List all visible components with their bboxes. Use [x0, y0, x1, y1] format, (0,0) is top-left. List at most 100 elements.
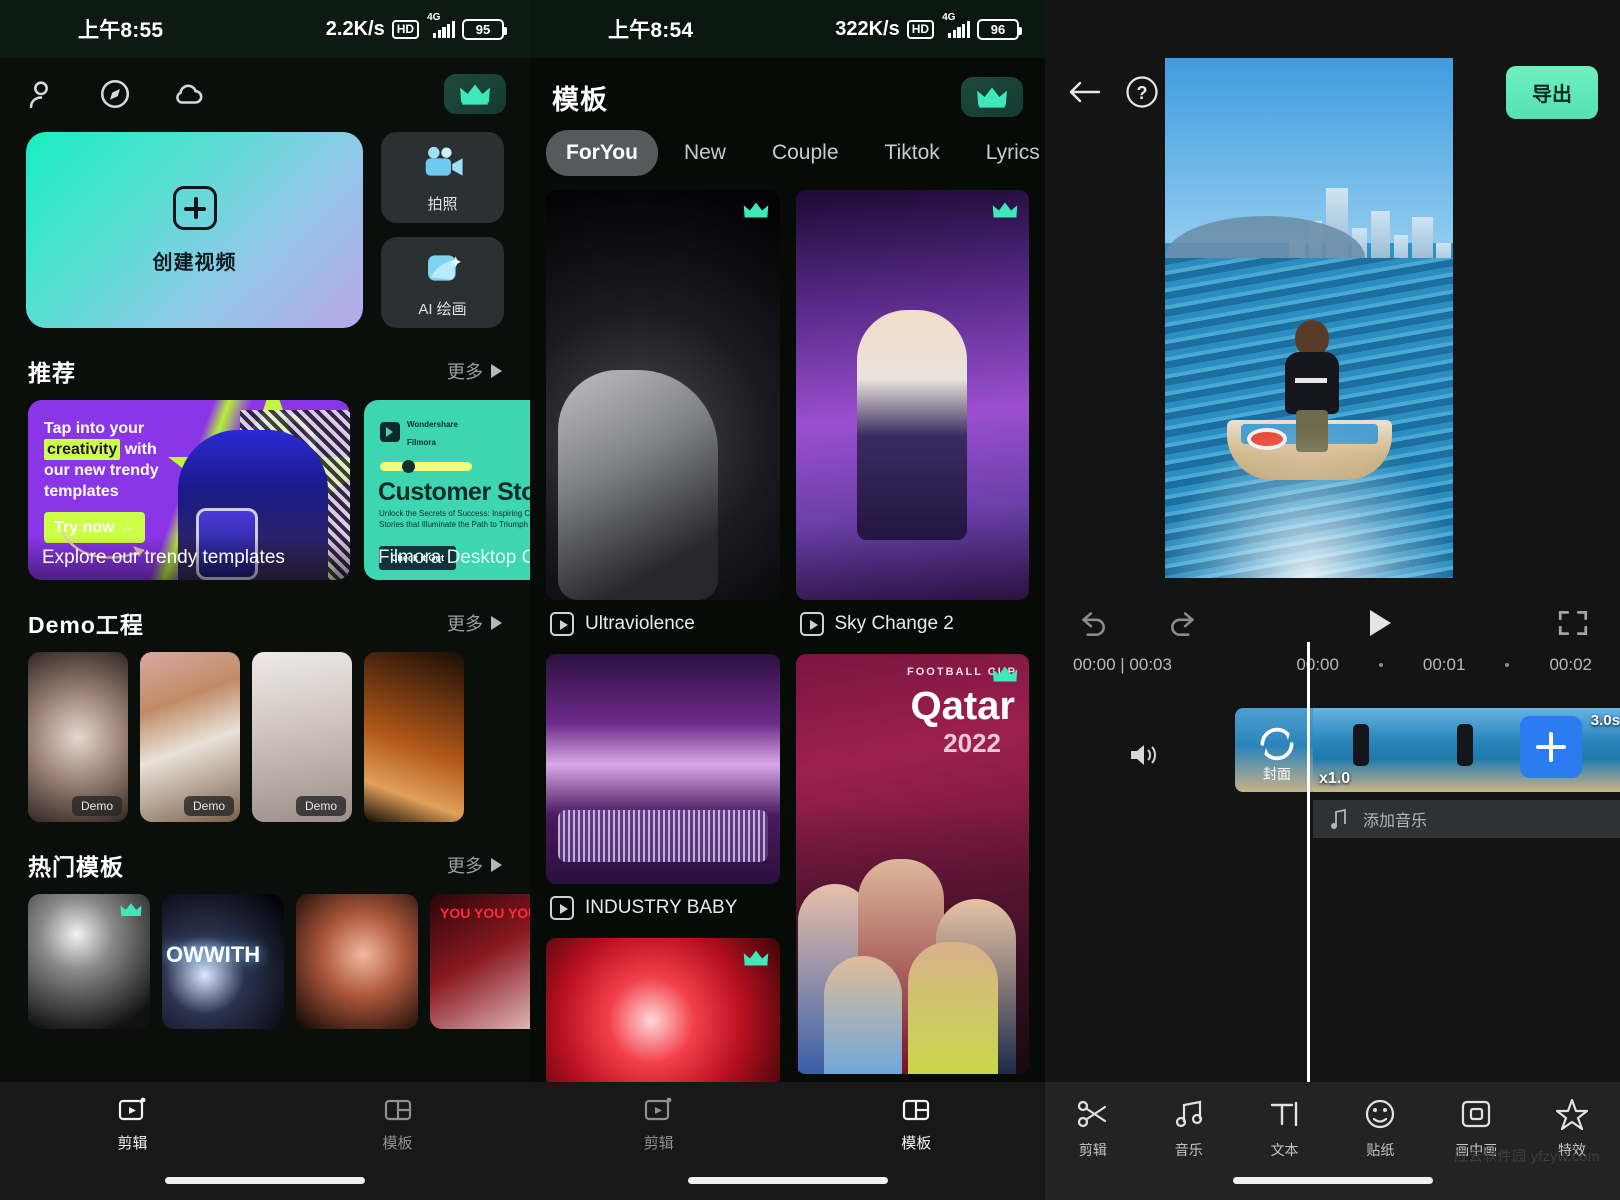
demo-more-button[interactable]: 更多 [447, 610, 502, 636]
ai-paint-button[interactable]: AI 绘画 [381, 237, 504, 328]
section-title: 热门模板 [28, 854, 124, 880]
compass-icon[interactable] [98, 77, 132, 111]
play-icon [550, 896, 574, 920]
export-button[interactable]: 导出 [1506, 65, 1598, 119]
template-card-sky-change-2[interactable] [795, 190, 1029, 600]
hot-more-button[interactable]: 更多 [447, 852, 502, 878]
tab-couple[interactable]: Couple [752, 130, 859, 176]
ai-paint-label: AI 绘画 [418, 300, 467, 318]
template-card-red[interactable] [546, 938, 780, 1088]
list-item[interactable]: Demo [140, 652, 240, 822]
nav-label: 剪辑 [643, 1135, 674, 1152]
network-type-label: 4G [942, 11, 956, 23]
tool-sticker[interactable]: 贴纸 [1332, 1098, 1428, 1160]
battery-level: 96 [990, 21, 1006, 37]
video-preview[interactable] [1165, 58, 1453, 578]
create-video-button[interactable]: 创建视频 [26, 132, 363, 328]
template-caption: INDUSTRY BABY [546, 884, 780, 938]
list-item[interactable] [364, 652, 464, 822]
pro-crown-button[interactable] [444, 74, 506, 114]
list-item[interactable]: OWWITH [162, 894, 284, 1029]
tab-new[interactable]: New [664, 130, 746, 176]
promo-carousel[interactable]: Tap into your creativity with our new tr… [0, 400, 530, 580]
hot-template-list[interactable]: OWWITH YOU YOU YOU [0, 894, 530, 1029]
account-icon[interactable] [24, 77, 58, 111]
template-caption: Sky Change 2 [796, 600, 1030, 654]
tool-text[interactable]: 文本 [1237, 1098, 1333, 1160]
tab-foryou[interactable]: ForYou [546, 130, 658, 176]
playhead[interactable] [1307, 642, 1310, 1112]
more-label: 更多 [447, 856, 483, 876]
status-indicators: 322K/s HD 4G 96 [835, 12, 1022, 41]
demo-project-list[interactable]: Demo Demo Demo [0, 652, 530, 822]
list-item[interactable]: Demo [252, 652, 352, 822]
promo-highlight: creativity [44, 439, 121, 460]
tab-lyrics[interactable]: Lyrics [966, 130, 1045, 176]
ruler-dot-icon [1378, 663, 1383, 667]
nav-label: 模板 [382, 1135, 413, 1152]
crown-icon [743, 202, 768, 218]
home-indicator [165, 1177, 365, 1184]
pro-crown-button[interactable] [961, 77, 1023, 117]
fullscreen-icon[interactable] [1556, 607, 1590, 639]
list-item[interactable]: YOU YOU YOU [430, 894, 530, 1029]
speaker-icon[interactable] [1127, 740, 1161, 770]
timeline[interactable]: 封面 x1.0 3.0s 添加音乐 [1045, 642, 1620, 1112]
camcorder-icon [425, 146, 463, 176]
add-music-track[interactable]: 添加音乐 [1313, 800, 1620, 838]
list-item[interactable]: Demo [28, 652, 128, 822]
tool-music[interactable]: 音乐 [1141, 1098, 1237, 1160]
template-overlay-text: YOU YOU YOU [440, 905, 530, 921]
add-clip-button[interactable] [1520, 716, 1582, 778]
nav-tab-edit[interactable]: 剪辑 [0, 1096, 265, 1153]
watermark: 应云软件园 yfzyw.com [1454, 1148, 1600, 1164]
cloud-icon[interactable] [172, 77, 206, 111]
play-icon[interactable] [1362, 606, 1396, 640]
promo-card-customer-story[interactable]: Wondershare Filmora Customer Story Unloc… [364, 400, 530, 580]
play-icon [799, 612, 824, 636]
promo-card-trendy[interactable]: Tap into your creativity with our new tr… [28, 400, 350, 580]
category-tabs: ForYou New Couple Tiktok Lyrics [530, 122, 1045, 190]
camera-label: 拍照 [427, 195, 458, 213]
nav-tab-template[interactable]: 模板 [788, 1096, 1046, 1153]
tool-clip[interactable]: 剪辑 [1045, 1098, 1141, 1160]
panel-home: 上午8:55 2.2K/s HD 4G 95 创建视频 拍照 AI 绘画 推荐 … [0, 0, 530, 1200]
network-speed: 322K/s [835, 17, 900, 40]
battery-icon: 95 [462, 18, 507, 40]
promo-b-caption: Filmora Desktop Cus [378, 547, 530, 568]
crown-icon [992, 666, 1018, 682]
demo-section-header: Demo工程 更多 [0, 580, 530, 652]
redo-icon[interactable] [1167, 607, 1201, 639]
help-icon[interactable]: ? [1125, 75, 1159, 109]
tool-label: 剪辑 [1078, 1142, 1107, 1158]
nav-tab-template[interactable]: 模板 [265, 1096, 530, 1153]
status-bar-home: 上午8:55 2.2K/s HD 4G 95 [0, 0, 530, 58]
template-overlay-text: OWWITH [166, 942, 261, 967]
nav-tab-edit[interactable]: 剪辑 [530, 1096, 788, 1153]
recommend-more-button[interactable]: 更多 [447, 358, 502, 384]
page-title: 模板 [552, 84, 608, 115]
template-card-industry-baby[interactable] [546, 654, 780, 884]
back-arrow-icon[interactable] [1067, 79, 1101, 105]
promo-b-sub: Unlock the Secrets of Success: Inspiring… [379, 509, 530, 529]
template-icon [903, 1099, 930, 1121]
undo-icon[interactable] [1075, 607, 1109, 639]
tab-tiktok[interactable]: Tiktok [865, 130, 960, 176]
list-item[interactable] [296, 894, 418, 1029]
signal-icon: 4G [941, 12, 970, 38]
template-card-ultraviolence[interactable] [546, 190, 780, 600]
demo-badge: Demo [183, 796, 234, 816]
camera-button[interactable]: 拍照 [381, 132, 504, 223]
text-icon [1270, 1101, 1297, 1127]
template-title: Ultraviolence [585, 613, 695, 634]
template-title: Sky Change 2 [834, 613, 954, 634]
ruler-tick: 00:02 [1549, 655, 1592, 674]
playback-controls [1045, 595, 1620, 651]
template-card-qatar[interactable]: FOOTBALL CUP Qatar 2022 [795, 654, 1029, 1074]
list-item[interactable] [28, 894, 150, 1029]
crown-icon [992, 202, 1018, 218]
tool-label: 音乐 [1174, 1142, 1203, 1158]
hd-icon: HD [391, 19, 420, 39]
panel-templates: 上午8:54 322K/s HD 4G 96 模板 ForYou New Cou… [530, 0, 1045, 1200]
create-video-label: 创建视频 [152, 251, 237, 274]
